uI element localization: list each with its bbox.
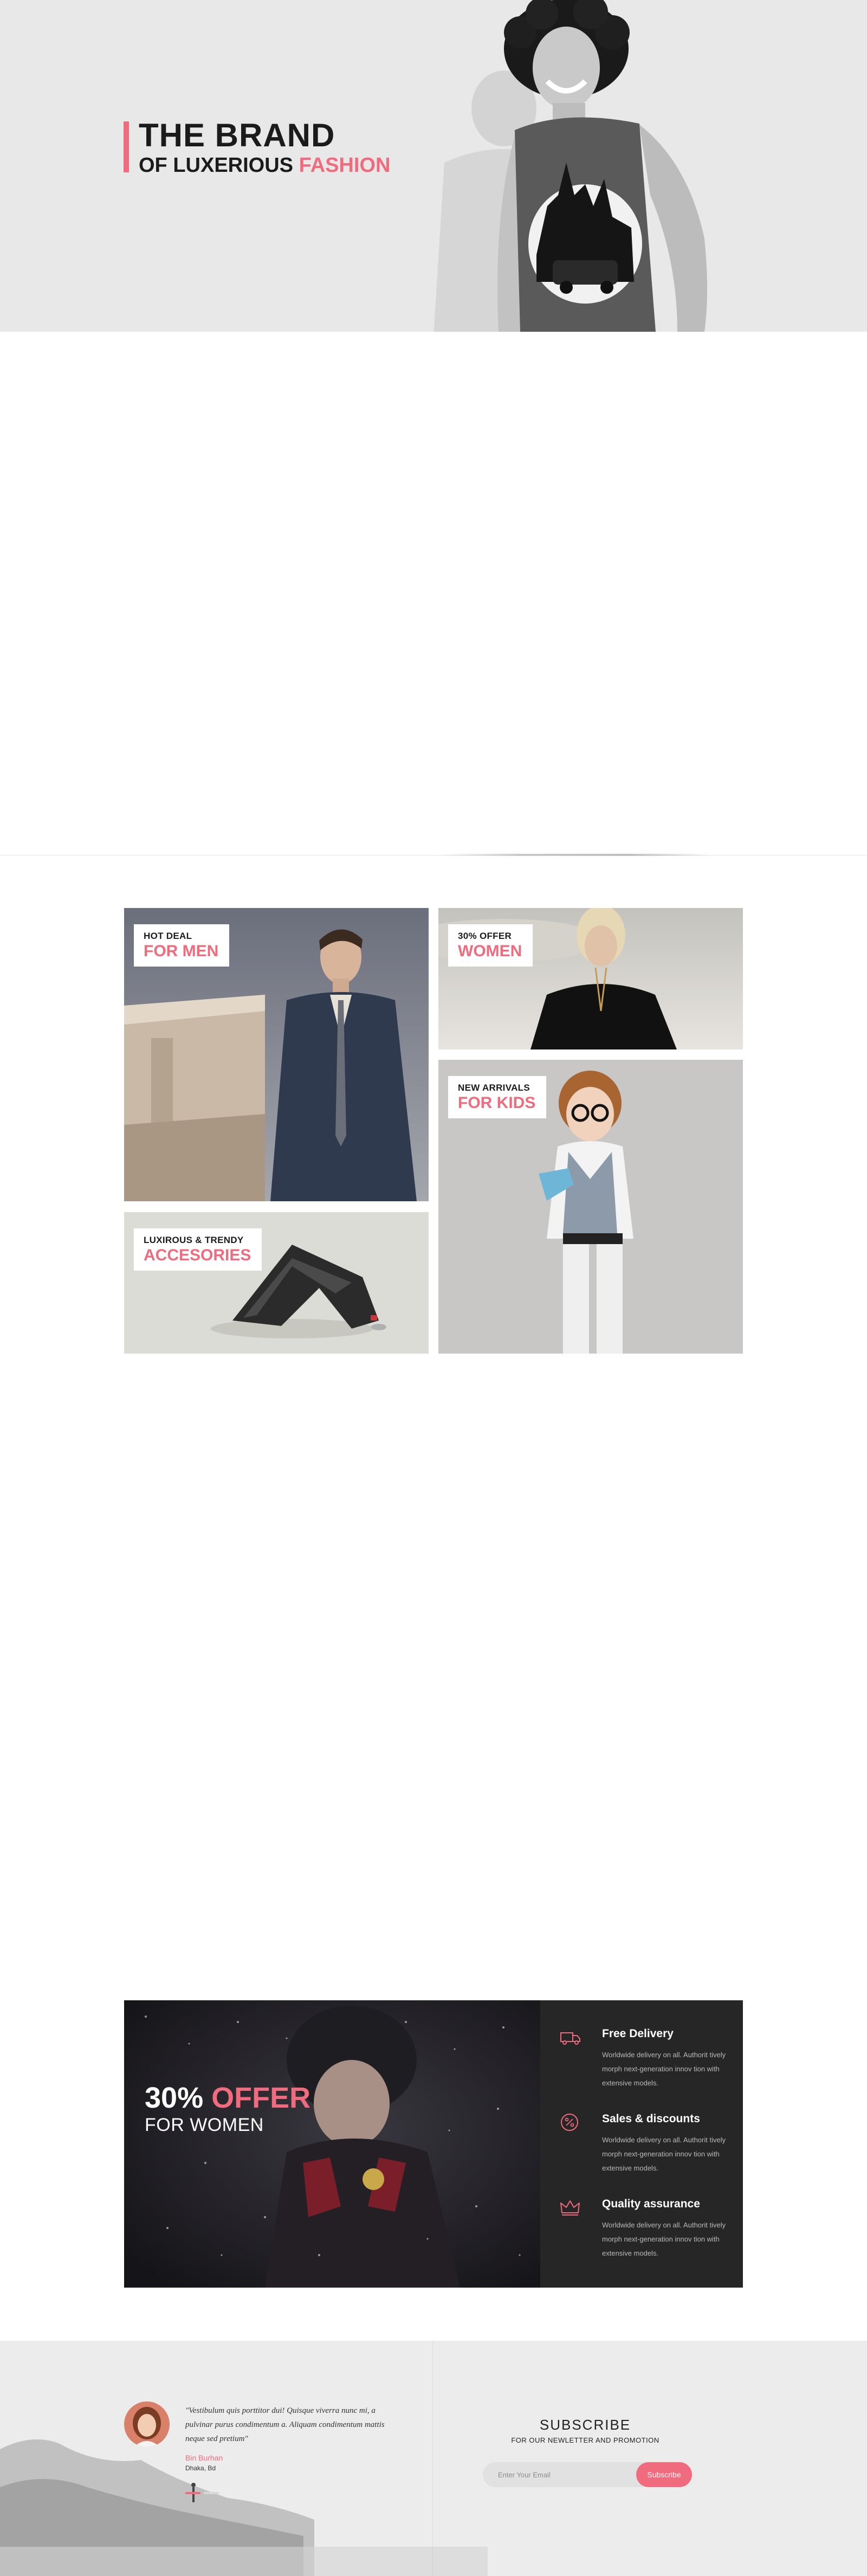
subscribe-button[interactable]: Subscribe — [636, 2462, 692, 2487]
slider-dot-2[interactable] — [204, 2492, 219, 2494]
newsletter-subtitle: FOR OUR NEWLETTER AND PROMOTION — [511, 2436, 659, 2444]
feature-desc: Worldwide delivery on all. Authorit tive… — [602, 2051, 726, 2087]
offer-accent: OFFER — [211, 2082, 311, 2114]
percent-badge-icon — [561, 2114, 578, 2131]
offer-women-photo[interactable] — [124, 2000, 540, 2288]
section-divider — [0, 855, 867, 856]
hero-model-image — [497, 0, 707, 332]
testimonial-location: Dhaka, Bd — [185, 2464, 216, 2472]
newsletter-form: Subscribe — [483, 2462, 692, 2487]
testimonial-quote: "Vestibulum quis porttitor dui! Quisque … — [185, 2406, 385, 2443]
shadow-strip — [439, 854, 710, 856]
offer-banner: 30% OFFER FOR WOMEN Free Delivery Worldw… — [124, 2000, 743, 2288]
newsletter-title: SUBSCRIBE — [539, 2417, 631, 2433]
tile-label: LUXIROUS & TRENDY ACCESORIES — [134, 1228, 262, 1271]
hero-title-accent: FASHION — [299, 154, 391, 177]
footer: "Vestibulum quis porttitor dui! Quisque … — [0, 2341, 867, 2576]
tile-label: HOT DEAL FOR MEN — [134, 924, 230, 967]
avatar — [124, 2401, 170, 2447]
category-tile-kids[interactable]: NEW ARRIVALS FOR KIDS — [438, 1060, 743, 1354]
tile-label-big: ACCESORIES — [144, 1246, 251, 1264]
feature-title: Quality assurance — [602, 2198, 700, 2210]
feature-title: Free Delivery — [602, 2027, 674, 2040]
hero-title-line1: THE BRAND — [139, 117, 335, 153]
empty-section — [0, 332, 867, 855]
category-tile-accessories[interactable]: LUXIROUS & TRENDY ACCESORIES — [124, 1212, 429, 1354]
tile-label-small: HOT DEAL — [144, 931, 192, 941]
footer-divider — [432, 2341, 433, 2576]
feature-title: Sales & discounts — [602, 2113, 700, 2125]
tile-label-small: LUXIROUS & TRENDY — [144, 1235, 244, 1245]
offer-headline: 30% OFFER — [145, 2082, 311, 2114]
title-accent-bar — [124, 121, 129, 172]
hero-title: THE BRAND OF LUXERIOUS FASHION — [124, 118, 390, 178]
offer-text: 30% OFFER FOR WOMEN — [145, 2082, 310, 2136]
testimonial-name: Bin Burhan — [185, 2453, 223, 2462]
feature-desc: Worldwide delivery on all. Authorit tive… — [602, 2136, 726, 2172]
crown-icon — [560, 2200, 580, 2216]
tile-label-big: FOR MEN — [144, 942, 219, 960]
feature-desc: Worldwide delivery on all. Authorit tive… — [602, 2221, 726, 2257]
tile-label: NEW ARRIVALS FOR KIDS — [448, 1076, 547, 1118]
hero-banner: THE BRAND OF LUXERIOUS FASHION — [0, 0, 867, 332]
footer-background-image — [0, 2341, 867, 2576]
tile-label-small: NEW ARRIVALS — [458, 1083, 530, 1093]
hero-title-line2: OF LUXERIOUS FASHION — [139, 154, 391, 177]
truck-icon — [560, 2032, 580, 2045]
tile-label-big: WOMEN — [458, 942, 522, 960]
category-tile-men[interactable]: HOT DEAL FOR MEN — [124, 908, 429, 1201]
slider-dot-1[interactable] — [185, 2492, 200, 2494]
tile-label: 30% OFFER WOMEN — [448, 924, 533, 967]
offer-subtitle: FOR WOMEN — [145, 2115, 264, 2135]
features-panel: Free Delivery Worldwide delivery on all.… — [540, 2000, 743, 2288]
tile-label-big: FOR KIDS — [458, 1094, 536, 1112]
category-tile-women[interactable]: 30% OFFER WOMEN — [438, 908, 743, 1049]
tile-label-small: 30% OFFER — [458, 931, 512, 941]
testimonial-pagination — [185, 2487, 222, 2497]
